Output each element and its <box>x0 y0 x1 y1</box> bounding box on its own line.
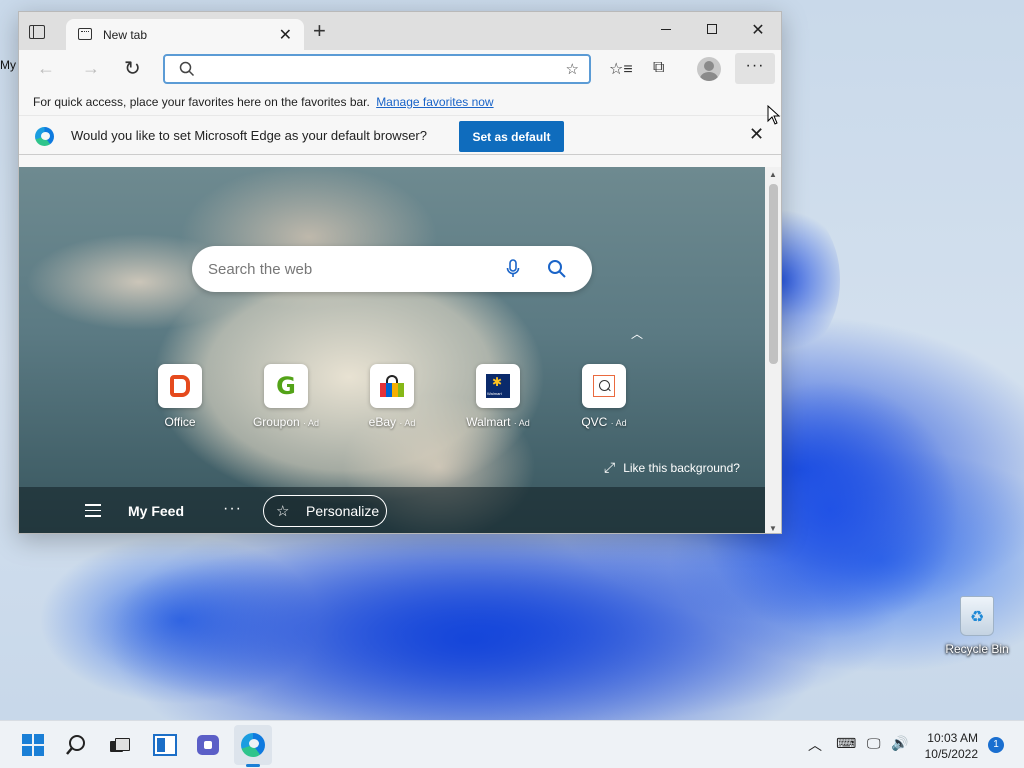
collapse-tiles-icon[interactable]: ︿ <box>631 325 643 342</box>
quick-link-tile[interactable]: QVC · Ad <box>554 364 654 429</box>
tile-label: Walmart <box>466 415 511 429</box>
task-view-icon <box>110 738 130 752</box>
scroll-down-icon[interactable]: ▼ <box>769 524 777 533</box>
refresh-icon[interactable]: ↻ <box>124 56 141 81</box>
tile-label: QVC <box>581 415 608 429</box>
ad-badge: · Ad <box>399 418 416 428</box>
show-hidden-icons-icon[interactable]: ︿ <box>808 735 822 755</box>
volume-icon[interactable]: 🔊 <box>891 735 908 752</box>
clock-time: 10:03 AM <box>927 731 978 745</box>
notification-badge[interactable]: 1 <box>988 737 1004 753</box>
minimize-button[interactable] <box>643 20 689 36</box>
feed-more-icon[interactable]: ··· <box>223 500 242 518</box>
desktop-icon-label-fragment[interactable]: My <box>0 58 16 72</box>
clock-date: 10/5/2022 <box>924 747 978 761</box>
title-bar: New tab ✕ + ✕ <box>19 12 781 50</box>
tab-new-tab[interactable]: New tab ✕ <box>66 19 304 50</box>
new-tab-page-icon <box>78 28 92 40</box>
search-icon <box>66 735 85 755</box>
office-logo-icon <box>158 364 202 408</box>
network-icon[interactable]: 🖵 <box>867 735 881 752</box>
scroll-up-icon[interactable]: ▲ <box>769 170 777 179</box>
web-search-placeholder[interactable]: Search the web <box>208 261 312 278</box>
tile-label: eBay <box>368 415 396 429</box>
task-view-button[interactable] <box>105 731 133 759</box>
feed-bar: My Feed ··· ☆ Personalize <box>19 487 765 533</box>
manage-favorites-link[interactable]: Manage favorites now <box>376 95 493 109</box>
clock[interactable]: 10:03 AM 10/5/2022 <box>914 730 978 762</box>
quick-link-tile[interactable]: Office <box>130 364 230 429</box>
ebay-logo-icon <box>370 364 414 408</box>
quick-link-tile[interactable]: eBay · Ad <box>342 364 442 429</box>
new-tab-button[interactable]: + <box>313 18 326 44</box>
navigation-toolbar: ← → ↻ ☆ ☆≡ ⧉ ··· <box>19 50 781 92</box>
edge-window: New tab ✕ + ✕ ← → ↻ ☆ ☆≡ ⧉ ··· For quick… <box>18 11 782 534</box>
widgets-button[interactable] <box>151 731 179 759</box>
new-tab-page: Search the web ︿ Office G Groupon · Ad e… <box>19 167 765 533</box>
favorites-bar: For quick access, place your favorites h… <box>19 92 781 115</box>
quick-link-tile[interactable]: Walmart · Ad <box>448 364 548 429</box>
personalize-button[interactable]: ☆ Personalize <box>263 495 387 527</box>
recycle-bin-icon: ♻ <box>960 596 994 636</box>
chat-icon <box>197 735 219 755</box>
groupon-logo-icon: G <box>264 364 308 408</box>
more-icon[interactable]: ··· <box>735 53 775 84</box>
minimize-icon <box>661 28 671 30</box>
set-as-default-button[interactable]: Set as default <box>459 121 564 152</box>
close-window-button[interactable]: ✕ <box>735 20 781 40</box>
expand-icon: ⤢ <box>604 459 616 475</box>
tab-title: New tab <box>103 28 148 42</box>
maximize-icon <box>707 24 717 35</box>
edge-taskbar-button[interactable] <box>239 731 267 759</box>
start-button[interactable] <box>19 731 47 759</box>
like-background-label: Like this background? <box>623 461 740 475</box>
default-browser-infobar: Would you like to set Microsoft Edge as … <box>19 115 781 155</box>
tile-label: Office <box>164 415 196 429</box>
ad-badge: · Ad <box>610 418 627 428</box>
favorites-bar-message: For quick access, place your favorites h… <box>33 95 370 109</box>
mouse-cursor-icon <box>767 105 781 125</box>
add-favorite-icon[interactable]: ☆ <box>566 60 579 78</box>
taskbar: ︿ ⌨ 🖵 🔊 10:03 AM 10/5/2022 1 <box>0 720 1024 768</box>
tile-label: Groupon <box>252 415 300 429</box>
web-search-box[interactable]: Search the web <box>192 246 592 292</box>
search-button[interactable] <box>62 731 90 759</box>
back-icon[interactable]: ← <box>37 58 55 79</box>
page-scrollbar[interactable]: ▲ ▼ <box>765 167 781 533</box>
search-icon <box>179 61 195 77</box>
like-background-link[interactable]: ⤢ Like this background? <box>604 459 740 476</box>
collections-icon[interactable]: ⧉ <box>653 59 664 77</box>
my-feed-tab[interactable]: My Feed <box>128 503 184 519</box>
profile-icon[interactable] <box>697 57 721 81</box>
ad-badge: · Ad <box>513 418 530 428</box>
qvc-logo-icon <box>582 364 626 408</box>
close-tab-icon[interactable]: ✕ <box>279 25 292 45</box>
infobar-message: Would you like to set Microsoft Edge as … <box>71 128 427 143</box>
personalize-icon: ☆ <box>276 503 290 520</box>
address-bar[interactable]: ☆ <box>163 54 591 84</box>
maximize-button[interactable] <box>689 20 735 36</box>
web-search-icon[interactable] <box>547 259 567 279</box>
edge-icon <box>241 733 265 757</box>
scroll-thumb[interactable] <box>769 184 778 364</box>
walmart-logo-icon <box>476 364 520 408</box>
keyboard-icon[interactable]: ⌨ <box>836 735 856 752</box>
edge-icon <box>35 127 54 146</box>
tab-actions-icon[interactable] <box>29 25 45 39</box>
menu-icon[interactable] <box>85 504 101 521</box>
favorites-icon[interactable]: ☆≡ <box>609 59 633 79</box>
quick-link-tile[interactable]: G Groupon · Ad <box>236 364 336 429</box>
recycle-bin[interactable]: ♻ Recycle Bin <box>942 596 1012 656</box>
personalize-label: Personalize <box>306 503 380 519</box>
widgets-icon <box>153 734 177 756</box>
ad-badge: · Ad <box>303 418 320 428</box>
active-app-indicator <box>246 764 260 767</box>
windows-logo-icon <box>22 734 44 756</box>
forward-icon[interactable]: → <box>82 58 100 79</box>
recycle-bin-label: Recycle Bin <box>945 642 1009 656</box>
close-infobar-icon[interactable]: ✕ <box>749 124 764 145</box>
mic-icon[interactable] <box>506 259 520 279</box>
chat-button[interactable] <box>194 731 222 759</box>
